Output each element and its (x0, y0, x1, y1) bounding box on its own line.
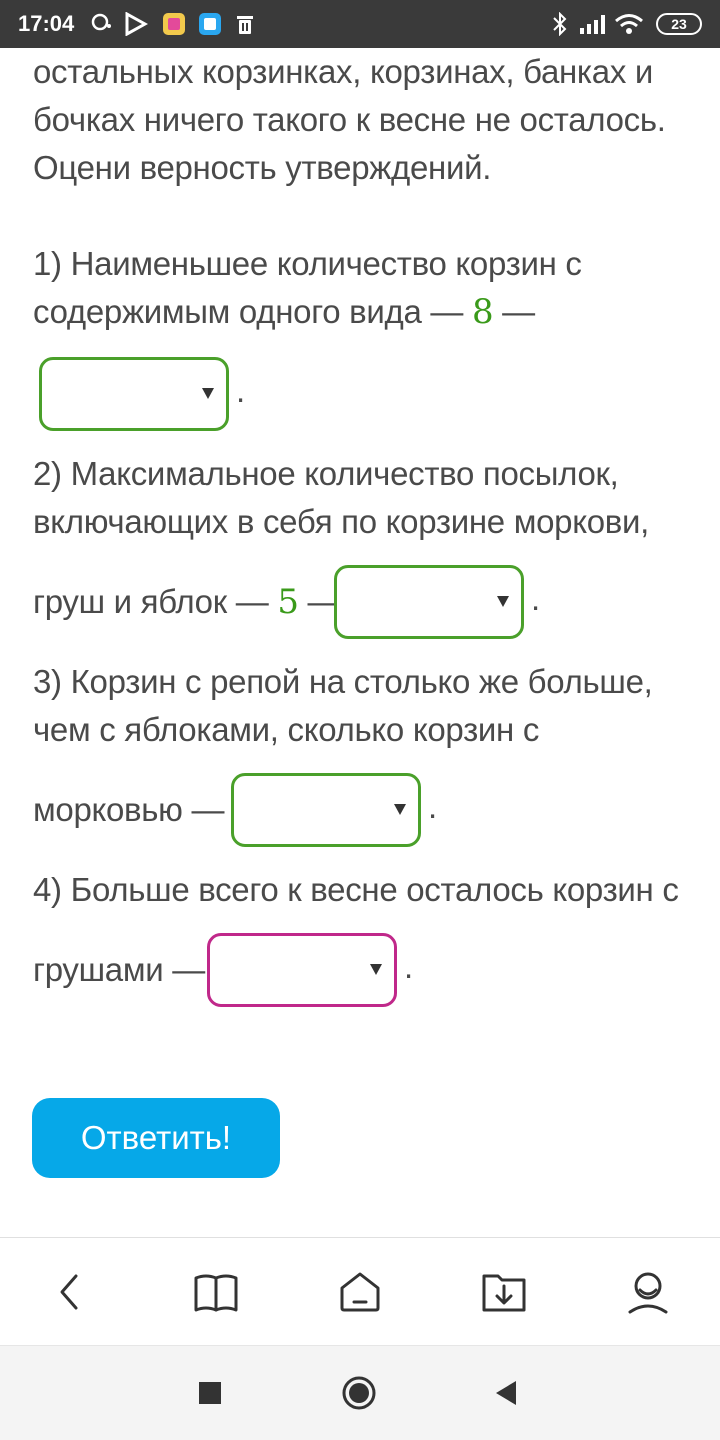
chevron-down-icon (394, 804, 406, 815)
statement-2-line-1: 2) Максимальное количество посылок, (33, 455, 619, 492)
statement-1-line-2: содержимым одного вида — 8 — (33, 288, 535, 336)
period-4: . (404, 948, 414, 985)
period-3: . (428, 788, 438, 825)
back-icon[interactable] (46, 1268, 94, 1316)
app-icon (163, 13, 185, 35)
submit-answer-button[interactable]: Ответить! (32, 1098, 280, 1178)
play-store-icon (125, 12, 148, 36)
notes-app-icon (199, 13, 221, 35)
home-icon[interactable] (336, 1268, 384, 1316)
statement-2-number: 5 (277, 582, 299, 622)
intro-line-2: бочках ничего такого к весне не осталось… (33, 101, 666, 138)
statement-1-text: содержимым одного вида — (33, 293, 464, 330)
intro-line-3: Оцени верность утверждений. (33, 149, 492, 186)
wifi-icon (615, 14, 643, 34)
bluetooth-icon (553, 12, 567, 36)
trash-icon (237, 16, 253, 34)
battery-indicator: 23 (656, 13, 702, 35)
notification-icon (91, 13, 111, 31)
chevron-down-icon (370, 964, 382, 975)
recent-apps-icon[interactable] (198, 1381, 222, 1405)
intro-line-1: остальных корзинках, корзинах, банках и (33, 53, 654, 90)
statement-2-line-2: включающих в себя по корзине моркови, (33, 503, 649, 540)
answer-select-2[interactable] (334, 565, 524, 639)
system-home-icon[interactable] (341, 1375, 377, 1411)
chevron-down-icon (202, 388, 214, 399)
statement-2-line-3: груш и яблок — 5 — (33, 578, 341, 626)
system-navigation-bar (0, 1345, 720, 1440)
statement-2-tail: груш и яблок — (33, 583, 269, 620)
answer-select-3[interactable] (231, 773, 421, 847)
period-1: . (236, 372, 246, 409)
signal-icon (580, 15, 605, 34)
statement-3-line-2: чем с яблоками, сколько корзин с (33, 711, 540, 748)
period-2: . (531, 580, 541, 617)
statement-4-line-1: 4) Больше всего к весне осталось корзин … (33, 871, 679, 908)
profile-icon[interactable] (624, 1268, 672, 1316)
status-bar: 17:04 23 (0, 0, 720, 48)
chevron-down-icon (497, 596, 509, 607)
statement-4-tail: грушами — (33, 951, 205, 988)
statement-1-dash: — (502, 293, 535, 330)
download-folder-icon[interactable] (480, 1268, 528, 1316)
bottom-navigation (0, 1237, 720, 1345)
statement-1-number: 8 (471, 292, 494, 332)
statement-3-line-1: 3) Корзин с репой на столько же больше, (33, 663, 653, 700)
status-time: 17:04 (18, 11, 75, 36)
book-icon[interactable] (192, 1268, 240, 1316)
answer-select-4[interactable] (207, 933, 397, 1007)
statement-3-tail: морковью — (33, 791, 225, 828)
statement-1-line-1: 1) Наименьшее количество корзин с (33, 245, 582, 282)
answer-select-1[interactable] (39, 357, 229, 431)
system-back-icon[interactable] (494, 1380, 518, 1406)
